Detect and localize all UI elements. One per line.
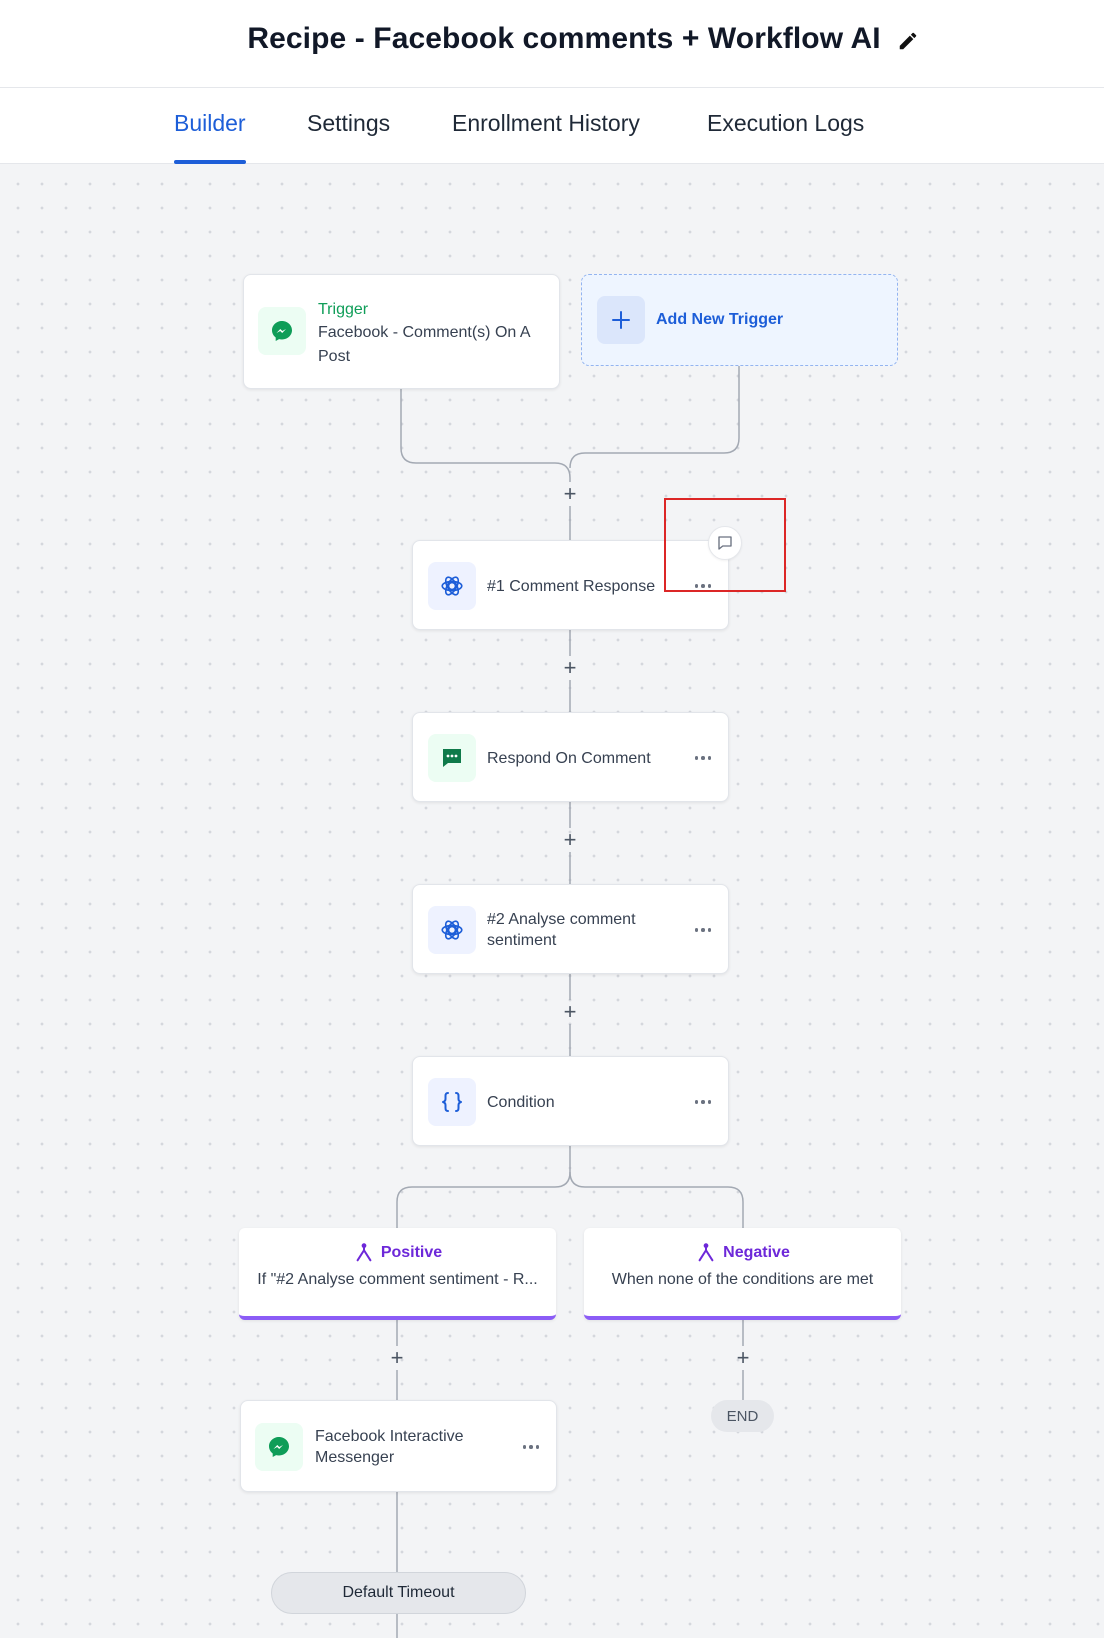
action-label-line2: Messenger bbox=[315, 1449, 395, 1466]
tab-builder[interactable]: Builder bbox=[174, 110, 246, 164]
tab-enrollment-history[interactable]: Enrollment History bbox=[452, 110, 640, 164]
branch-icon bbox=[698, 1243, 714, 1262]
edit-title-button[interactable] bbox=[893, 26, 923, 56]
action-label-line1: #2 Analyse comment bbox=[487, 911, 636, 928]
tab-settings[interactable]: Settings bbox=[307, 110, 390, 164]
branch-negative[interactable]: Negative When none of the conditions are… bbox=[584, 1228, 901, 1320]
pencil-icon bbox=[899, 32, 917, 50]
more-options-button[interactable] bbox=[689, 748, 717, 768]
add-trigger-icon-box bbox=[597, 296, 645, 344]
comment-bubble-icon bbox=[443, 749, 461, 767]
add-action-button[interactable]: + bbox=[558, 656, 582, 680]
workflow-header: Recipe - Facebook comments + Workflow AI bbox=[0, 0, 1104, 88]
openai-icon bbox=[441, 576, 463, 596]
end-marker: END bbox=[711, 1400, 774, 1432]
trigger-icon-box bbox=[258, 307, 306, 355]
openai-icon bbox=[441, 920, 463, 940]
action-label: #1 Comment Response bbox=[487, 578, 656, 595]
action-label-line2: sentiment bbox=[487, 932, 557, 949]
trigger-label-line1: Facebook - Comment(s) On A bbox=[318, 324, 531, 341]
action-card-condition[interactable]: Condition bbox=[412, 1056, 729, 1146]
tab-execution-logs[interactable]: Execution Logs bbox=[707, 110, 864, 164]
action-label: Respond On Comment bbox=[487, 750, 651, 767]
action-icon-box bbox=[428, 1078, 476, 1126]
add-trigger-label: Add New Trigger bbox=[656, 311, 784, 328]
curly-braces-icon bbox=[442, 1092, 462, 1112]
branch-title-text: Negative bbox=[723, 1244, 790, 1261]
action-card-comment-response[interactable]: #1 Comment Response bbox=[412, 540, 729, 630]
speech-bubble-icon bbox=[718, 536, 732, 550]
add-action-button[interactable]: + bbox=[385, 1346, 409, 1370]
branch-icon bbox=[356, 1243, 372, 1262]
default-timeout-button[interactable]: Default Timeout bbox=[271, 1572, 526, 1614]
branch-description: If "#2 Analyse comment sentiment - R... bbox=[257, 1271, 538, 1288]
add-action-button[interactable]: + bbox=[558, 482, 582, 506]
action-label: Condition bbox=[487, 1094, 555, 1111]
branch-title-text: Positive bbox=[380, 1244, 443, 1261]
branch-description: When none of the conditions are met bbox=[611, 1271, 874, 1288]
action-card-analyse-sentiment[interactable]: #2 Analyse comment sentiment bbox=[412, 884, 729, 974]
branch-title: Positive bbox=[239, 1242, 556, 1264]
more-options-button[interactable] bbox=[689, 1092, 717, 1112]
more-options-button[interactable] bbox=[689, 920, 717, 940]
action-card-facebook-messenger[interactable]: Facebook Interactive Messenger bbox=[240, 1400, 557, 1492]
add-action-button[interactable]: + bbox=[558, 828, 582, 852]
branch-positive[interactable]: Positive If "#2 Analyse comment sentimen… bbox=[239, 1228, 556, 1320]
action-icon-box bbox=[428, 562, 476, 610]
action-card-respond-on-comment[interactable]: Respond On Comment bbox=[412, 712, 729, 802]
action-icon-box bbox=[428, 906, 476, 954]
trigger-label-line2: Post bbox=[318, 348, 351, 365]
add-new-trigger-button[interactable]: Add New Trigger bbox=[581, 274, 898, 366]
action-icon-box bbox=[428, 734, 476, 782]
trigger-heading: Trigger bbox=[318, 301, 369, 318]
more-options-button[interactable] bbox=[689, 576, 717, 596]
action-icon-box bbox=[255, 1423, 303, 1471]
add-action-button[interactable]: + bbox=[731, 1346, 755, 1370]
messenger-icon bbox=[272, 321, 292, 341]
add-note-button[interactable] bbox=[708, 526, 742, 560]
page-title: Recipe - Facebook comments + Workflow AI bbox=[247, 22, 881, 55]
messenger-icon bbox=[269, 1437, 289, 1457]
action-label-line1: Facebook Interactive bbox=[315, 1428, 464, 1445]
more-options-button[interactable] bbox=[517, 1437, 545, 1457]
add-action-button[interactable]: + bbox=[558, 1000, 582, 1024]
trigger-card[interactable]: Trigger Facebook - Comment(s) On A Post bbox=[243, 274, 560, 389]
tab-bar: Builder Settings Enrollment History Exec… bbox=[0, 88, 1104, 164]
branch-title: Negative bbox=[584, 1242, 901, 1264]
plus-icon bbox=[612, 311, 630, 329]
